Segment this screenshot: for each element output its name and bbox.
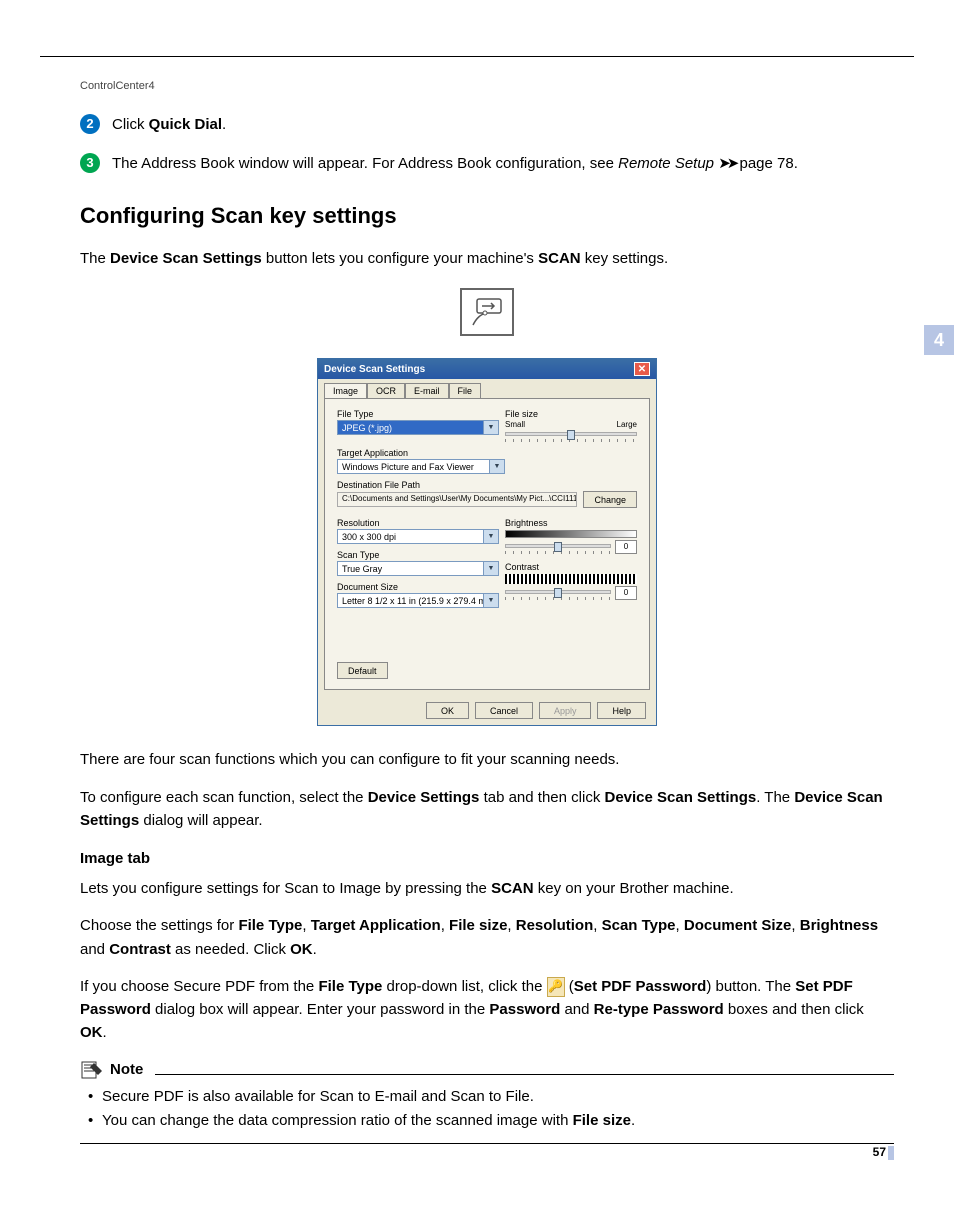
note-item-2: You can change the data compression rati…	[92, 1109, 894, 1133]
reference-arrows-icon: ➤➤	[718, 155, 735, 172]
body-p5: If you choose Secure PDF from the File T…	[80, 975, 894, 1045]
scan-type-label: Scan Type	[337, 550, 499, 560]
body-p3: Lets you configure settings for Scan to …	[80, 877, 894, 900]
tab-email[interactable]: E-mail	[405, 383, 449, 398]
contrast-slider[interactable]	[505, 590, 611, 594]
body-p2: To configure each scan function, select …	[80, 786, 894, 833]
dialog-titlebar: Device Scan Settings ✕	[318, 359, 656, 379]
dest-path-value: C:\Documents and Settings\User\My Docume…	[337, 492, 577, 507]
dialog-title-text: Device Scan Settings	[324, 364, 425, 375]
body-p4: Choose the settings for File Type, Targe…	[80, 914, 894, 961]
note-rule	[155, 1074, 894, 1075]
ok-button[interactable]: OK	[426, 702, 469, 719]
doc-size-dropdown[interactable]: Letter 8 1/2 x 11 in (215.9 x 279.4 mm) …	[337, 593, 499, 608]
apply-button[interactable]: Apply	[539, 702, 592, 719]
step-2-text: Click Quick Dial.	[112, 114, 226, 137]
scan-type-dropdown[interactable]: True Gray ▼	[337, 561, 499, 576]
step-badge-2: 2	[80, 114, 100, 134]
brightness-gradient	[505, 530, 637, 538]
chevron-down-icon[interactable]: ▼	[484, 529, 499, 544]
note-title: Note	[110, 1061, 143, 1078]
chevron-down-icon[interactable]: ▼	[484, 561, 499, 576]
note-item-1: Secure PDF is also available for Scan to…	[92, 1085, 894, 1109]
tab-ocr[interactable]: OCR	[367, 383, 405, 398]
brightness-label: Brightness	[505, 518, 637, 528]
scan-device-icon	[460, 288, 514, 336]
intro-paragraph: The Device Scan Settings button lets you…	[80, 247, 894, 270]
doc-size-label: Document Size	[337, 582, 499, 592]
cancel-button[interactable]: Cancel	[475, 702, 533, 719]
body-p1: There are four scan functions which you …	[80, 748, 894, 771]
step-3-text: The Address Book window will appear. For…	[112, 153, 798, 176]
dialog-tabs: Image OCR E-mail File	[318, 379, 656, 398]
chevron-down-icon[interactable]: ▼	[490, 459, 505, 474]
tab-file[interactable]: File	[449, 383, 482, 398]
default-button[interactable]: Default	[337, 662, 388, 679]
chapter-tab: 4	[924, 325, 954, 355]
dialog-button-bar: OK Cancel Apply Help	[318, 696, 656, 725]
note-close-rule	[80, 1143, 894, 1144]
change-button[interactable]: Change	[583, 491, 637, 508]
note-pencil-icon	[80, 1059, 104, 1081]
step-badge-3: 3	[80, 153, 100, 173]
brightness-value[interactable]: 0	[615, 540, 637, 554]
target-app-label: Target Application	[337, 448, 637, 458]
running-header: ControlCenter4	[80, 80, 894, 92]
image-tab-heading: Image tab	[80, 850, 894, 867]
chevron-down-icon[interactable]: ▼	[484, 593, 499, 608]
section-heading: Configuring Scan key settings	[80, 203, 894, 229]
device-scan-settings-dialog: Device Scan Settings ✕ Image OCR E-mail …	[317, 358, 657, 726]
contrast-value[interactable]: 0	[615, 586, 637, 600]
page-number: 57	[873, 1145, 894, 1160]
step-2: 2 Click Quick Dial.	[80, 114, 894, 137]
file-size-slider[interactable]	[505, 432, 637, 436]
file-type-label: File Type	[337, 409, 499, 419]
brightness-slider[interactable]	[505, 544, 611, 548]
step-3: 3 The Address Book window will appear. F…	[80, 153, 894, 176]
dialog-panel: File Type JPEG (*.jpg) ▼ File size Small…	[324, 398, 650, 690]
resolution-label: Resolution	[337, 518, 499, 528]
contrast-pattern	[505, 574, 637, 584]
help-button[interactable]: Help	[597, 702, 646, 719]
target-app-dropdown[interactable]: Windows Picture and Fax Viewer ▼	[337, 459, 505, 474]
chevron-down-icon[interactable]: ▼	[484, 420, 499, 435]
file-size-label: File size	[505, 409, 637, 419]
close-icon[interactable]: ✕	[634, 362, 650, 376]
file-type-dropdown[interactable]: JPEG (*.jpg) ▼	[337, 420, 499, 435]
dest-path-label: Destination File Path	[337, 480, 637, 490]
resolution-dropdown[interactable]: 300 x 300 dpi ▼	[337, 529, 499, 544]
tab-image[interactable]: Image	[324, 383, 367, 398]
key-lock-icon: 🔑	[547, 977, 565, 997]
note-block: Note Secure PDF is also available for Sc…	[80, 1059, 894, 1144]
contrast-label: Contrast	[505, 562, 637, 572]
